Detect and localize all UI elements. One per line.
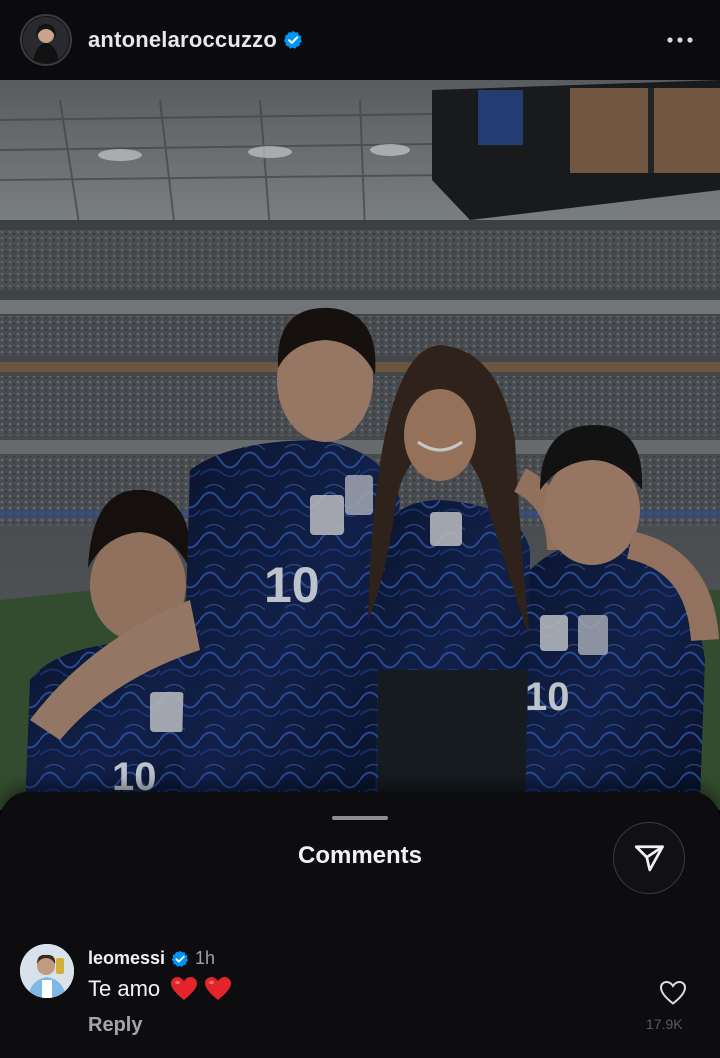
- post-photo[interactable]: 10 10 10: [0, 80, 720, 810]
- comment-body: Te amo: [88, 976, 232, 1002]
- reply-button[interactable]: Reply: [88, 1014, 142, 1037]
- more-horizontal-icon: [667, 37, 693, 43]
- verified-badge-icon: [171, 950, 189, 968]
- comment-like-count: 17.9K: [646, 1016, 683, 1032]
- family-stadium-photo: 10 10 10: [0, 80, 720, 810]
- commenter-avatar[interactable]: [20, 944, 74, 998]
- sheet-grabber[interactable]: [332, 816, 388, 820]
- comment-text: Te amo: [88, 976, 161, 1001]
- heart-outline-icon: [659, 980, 687, 1005]
- send-icon: [634, 845, 664, 872]
- comment-item: leomessi 1h Te amo Reply 17.9K: [20, 944, 700, 1054]
- post-header: antonelaroccuzzo: [0, 0, 720, 80]
- verified-badge-icon: [283, 30, 303, 50]
- profile-avatar[interactable]: [20, 14, 72, 66]
- commenter-avatar-image: [20, 944, 74, 998]
- comment-username[interactable]: leomessi: [88, 948, 165, 969]
- comment-timestamp: 1h: [195, 948, 216, 968]
- share-button[interactable]: [613, 822, 685, 894]
- comments-title: Comments: [297, 842, 423, 869]
- like-comment-button[interactable]: [656, 976, 690, 1010]
- comment-username-row: leomessi 1h: [88, 948, 215, 969]
- profile-avatar-image: [23, 17, 69, 63]
- more-options-button[interactable]: [660, 20, 700, 60]
- heart-emoji-icon: [170, 976, 198, 1002]
- heart-emoji-icon: [204, 976, 232, 1002]
- post-username[interactable]: antonelaroccuzzo: [88, 27, 277, 53]
